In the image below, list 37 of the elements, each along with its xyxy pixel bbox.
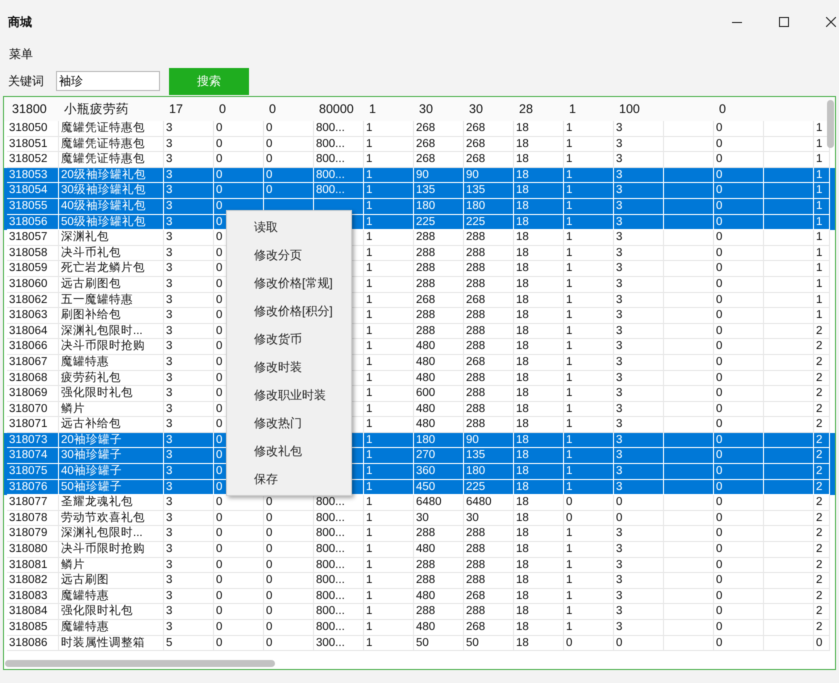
keyword-field[interactable]: 袖珍 [56,71,160,91]
table-cell-text: 1 [568,101,577,118]
table-row[interactable]: 318054 30级袖珍罐礼包 3 0 0 800... 1 135 135 18 1 3 0 1 [4,183,835,199]
table-cell-text: 30 [468,101,484,118]
table-cell-text: 80000 [318,101,355,118]
table-cell: 300... [314,636,364,652]
table-cell-text: 28 [518,101,534,118]
table-cell: 50 [464,636,514,652]
table-cell-text: 30 [418,101,434,118]
table-cell: 0 [564,636,614,652]
table-cell-text: 1 [368,101,377,118]
table-cell: 318086 [7,636,59,652]
keyword-label: 关键词 [8,72,45,90]
table-cell: 50 [414,636,464,652]
scroll-thumb[interactable] [5,660,275,667]
table-cell-text: 17 [168,101,184,118]
table-cell: 时装属性调整箱 [59,636,164,652]
table-cell: 0 [264,636,314,652]
table-cell: 0 [814,636,830,652]
table-cell-text: 100 [618,101,641,118]
table-cell: 0 [714,636,764,652]
table-cell: 5 [164,636,214,652]
table-row[interactable]: 318053 20级袖珍罐礼包 3 0 0 800... 1 90 90 18 1 3 0 1 [4,168,835,184]
table-cell: 0 [214,636,264,652]
table-cell-text: 31800 [11,101,48,118]
menu-item[interactable]: 菜单 [9,46,33,62]
table-cell-text: 0 [218,101,227,118]
close-icon[interactable] [826,17,836,27]
table-row[interactable]: 318055 40级袖珍罐礼包 3 0 1 180 180 18 1 3 0 1 [4,198,835,215]
table-cell-text: 小瓶疲劳药 [63,101,130,118]
table-cell: 1 [364,636,414,652]
window-title: 商城 [8,14,32,30]
table-cell: 18 [514,636,564,652]
maximize-icon[interactable] [779,17,789,27]
table-cell-text: 0 [718,101,727,118]
table-cell: 0 [614,636,664,652]
table-cell-text: 0 [268,101,277,118]
